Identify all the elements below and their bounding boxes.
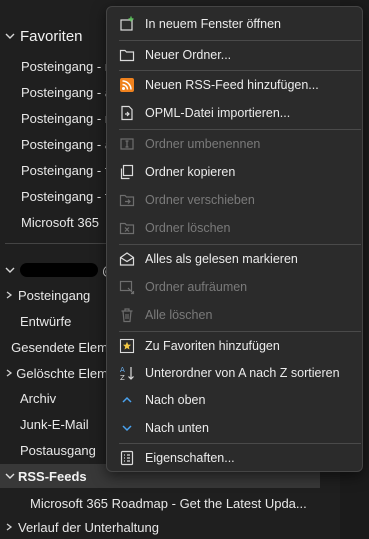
- context-menu: In neuem Fenster öffnen Neuer Ordner... …: [106, 6, 363, 472]
- chevron-down-icon[interactable]: [4, 470, 18, 482]
- folder-item-junk[interactable]: Junk-E-Mail: [4, 412, 108, 436]
- chevron-up-icon: [119, 392, 135, 408]
- folder-icon: [119, 47, 135, 63]
- menu-separator: [119, 331, 361, 332]
- menu-item-label: In neuem Fenster öffnen: [145, 17, 281, 31]
- menu-item-move-folder[interactable]: Ordner verschieben: [107, 187, 362, 213]
- cleanup-icon: [119, 279, 135, 295]
- menu-item-open-new-window[interactable]: In neuem Fenster öffnen: [107, 11, 362, 37]
- rss-icon: [119, 77, 135, 93]
- menu-item-move-up[interactable]: Nach oben: [107, 387, 362, 413]
- folder-label: Gelöschte Elem: [16, 365, 108, 381]
- menu-item-add-to-favorites[interactable]: Zu Favoriten hinzufügen: [107, 333, 362, 359]
- chevron-right-icon[interactable]: [4, 522, 18, 532]
- folder-label: Junk-E-Mail: [20, 416, 89, 432]
- star-icon: [119, 338, 135, 354]
- folder-label: Entwürfe: [20, 313, 72, 329]
- menu-item-delete-all[interactable]: Alle löschen: [107, 302, 362, 328]
- chevron-down-icon: [119, 420, 135, 436]
- account-header[interactable]: @: [4, 258, 115, 282]
- folder-label: RSS-Feeds: [18, 468, 87, 484]
- menu-item-cleanup-folder[interactable]: Ordner aufräumen: [107, 274, 362, 300]
- menu-separator: [119, 244, 361, 245]
- menu-item-delete-folder[interactable]: Ordner löschen: [107, 215, 362, 241]
- folder-item-entwuerfe[interactable]: Entwürfe: [4, 309, 108, 333]
- menu-item-label: Ordner verschieben: [145, 193, 255, 207]
- chevron-down-icon: [4, 264, 18, 276]
- delete-all-icon: [119, 307, 135, 323]
- rss-feed-item[interactable]: Microsoft 365 Roadmap - Get the Latest U…: [30, 492, 312, 514]
- chevron-right-icon[interactable]: [4, 290, 18, 300]
- folder-label: Gesendete Elem: [11, 339, 108, 355]
- folder-item-verlauf[interactable]: Verlauf der Unterhaltung: [4, 516, 159, 538]
- sort-az-icon: AZ: [119, 365, 135, 381]
- menu-item-mark-all-read[interactable]: Alles als gelesen markieren: [107, 246, 362, 272]
- move-folder-icon: [119, 192, 135, 208]
- menu-item-move-down[interactable]: Nach unten: [107, 415, 362, 441]
- menu-separator: [119, 40, 361, 41]
- menu-item-label: OPML-Datei importieren...: [145, 106, 291, 120]
- import-file-icon: [119, 105, 135, 121]
- menu-item-sort-az[interactable]: AZ Unterordner von A nach Z sortieren: [107, 360, 362, 386]
- folder-label: Postausgang: [20, 442, 96, 458]
- folder-item-geloeschte[interactable]: Gelöschte Elem: [4, 361, 108, 385]
- chevron-right-icon[interactable]: [4, 368, 16, 378]
- menu-item-label: Alle löschen: [145, 308, 213, 322]
- folder-label: Verlauf der Unterhaltung: [18, 519, 159, 535]
- menu-item-label: Ordner umbenennen: [145, 137, 261, 151]
- menu-item-label: Unterordner von A nach Z sortieren: [145, 366, 340, 380]
- chevron-down-icon: [4, 30, 18, 42]
- rename-icon: [119, 136, 135, 152]
- menu-item-label: Zu Favoriten hinzufügen: [145, 339, 280, 353]
- svg-text:A: A: [120, 366, 125, 374]
- svg-text:Z: Z: [120, 374, 125, 381]
- menu-item-label: Neuen RSS-Feed hinzufügen...: [145, 78, 319, 92]
- folder-item-posteingang[interactable]: Posteingang: [4, 283, 108, 307]
- folder-item-archiv[interactable]: Archiv: [4, 386, 108, 410]
- folder-item-postausgang[interactable]: Postausgang: [4, 438, 108, 462]
- favorites-header[interactable]: Favoriten: [4, 24, 83, 48]
- menu-item-add-rss-feed[interactable]: Neuen RSS-Feed hinzufügen...: [107, 72, 362, 98]
- menu-item-label: Nach unten: [145, 421, 209, 435]
- folder-label: Posteingang: [18, 287, 91, 303]
- menu-item-copy-folder[interactable]: Ordner kopieren: [107, 159, 362, 185]
- properties-icon: [119, 450, 135, 466]
- delete-folder-icon: [119, 220, 135, 236]
- menu-item-label: Ordner aufräumen: [145, 280, 248, 294]
- menu-separator: [119, 129, 361, 130]
- menu-item-label: Neuer Ordner...: [145, 48, 232, 62]
- folder-label: Archiv: [20, 390, 57, 406]
- menu-item-label: Nach oben: [145, 393, 206, 407]
- mark-read-icon: [119, 251, 135, 267]
- redacted-account-name: [20, 263, 98, 277]
- menu-item-rename-folder[interactable]: Ordner umbenennen: [107, 131, 362, 157]
- menu-item-new-folder[interactable]: Neuer Ordner...: [107, 42, 362, 68]
- folder-item-gesendete[interactable]: Gesendete Elem: [4, 335, 108, 359]
- menu-item-import-opml[interactable]: OPML-Datei importieren...: [107, 100, 362, 126]
- menu-separator: [119, 443, 361, 444]
- menu-item-label: Ordner kopieren: [145, 165, 236, 179]
- favorites-label: Favoriten: [20, 27, 83, 45]
- menu-item-label: Ordner löschen: [145, 221, 231, 235]
- menu-item-label: Eigenschaften...: [145, 451, 235, 465]
- menu-item-properties[interactable]: Eigenschaften...: [107, 445, 362, 471]
- copy-folder-icon: [119, 164, 135, 180]
- new-window-icon: [119, 16, 135, 32]
- menu-separator: [119, 70, 361, 71]
- menu-item-label: Alles als gelesen markieren: [145, 252, 298, 266]
